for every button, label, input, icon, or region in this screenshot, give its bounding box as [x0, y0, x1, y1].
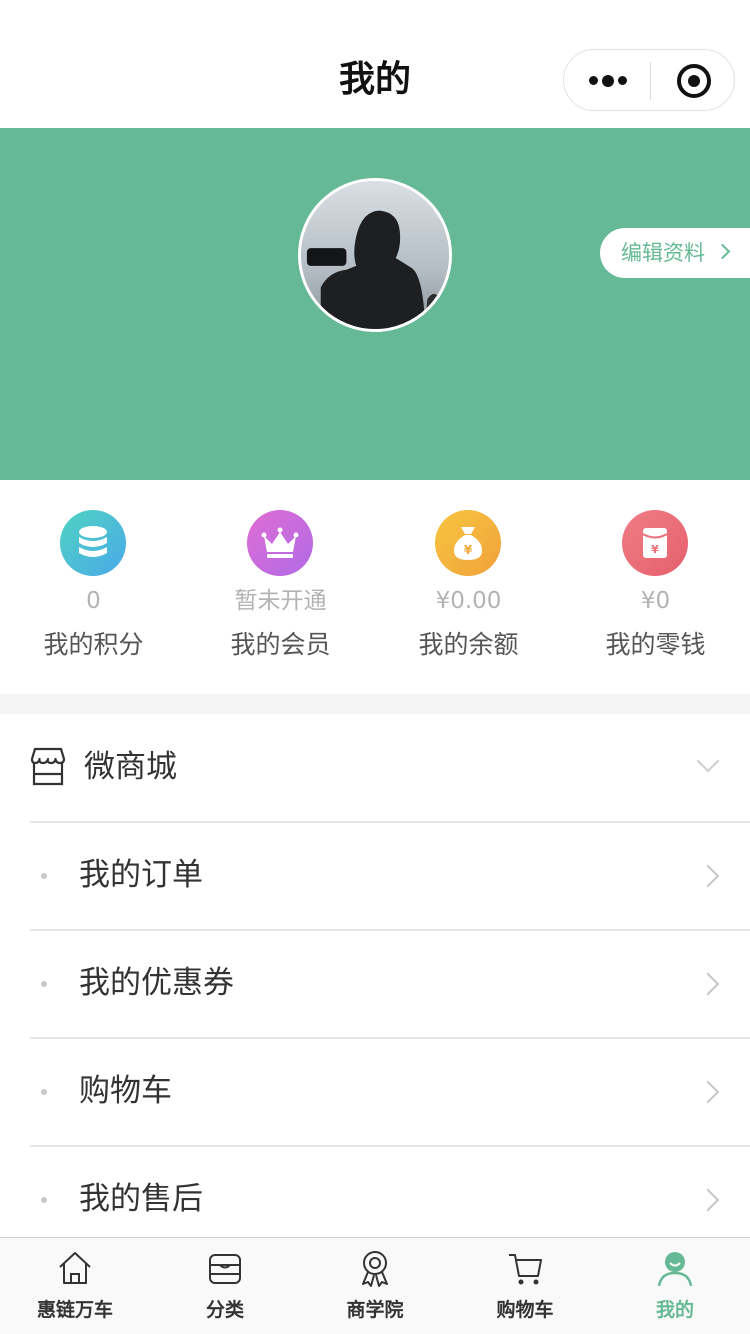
stat-value: 0: [86, 588, 101, 614]
tab-label: 我的: [655, 1299, 694, 1321]
menu-item-label: 我的售后: [79, 1181, 203, 1217]
stat-membership[interactable]: 暂未开通 我的会员: [187, 510, 374, 680]
row-separator: [30, 1037, 750, 1039]
tab-academy[interactable]: 商学院: [300, 1238, 450, 1334]
stat-value: ¥0.00: [435, 588, 502, 614]
row-separator: [30, 929, 750, 931]
mall-section-header[interactable]: 微商城: [0, 714, 750, 821]
tab-cart[interactable]: 购物车: [450, 1238, 600, 1334]
menu-item-coupons[interactable]: 我的优惠券: [0, 929, 750, 1037]
crown-icon: [247, 510, 313, 576]
top-nav-bar: 我的: [0, 0, 750, 128]
chevron-right-icon: [696, 972, 720, 996]
bullet-dot-icon: [41, 1089, 47, 1095]
avatar-photo: [301, 181, 449, 329]
stat-label: 我的积分: [43, 630, 144, 659]
chevron-right-icon: [696, 1188, 720, 1212]
svg-text:¥: ¥: [464, 543, 473, 557]
tab-label: 分类: [205, 1299, 244, 1321]
coins-stack-icon: [60, 510, 126, 576]
tab-label: 惠链万车: [36, 1299, 113, 1321]
avatar[interactable]: [298, 178, 452, 332]
stat-value: 暂未开通: [234, 588, 327, 614]
edit-profile-button[interactable]: 编辑资料: [600, 228, 750, 278]
stat-change[interactable]: ¥ ¥0 我的零钱: [562, 510, 749, 680]
target-circle-icon[interactable]: [677, 64, 711, 98]
tab-label: 购物车: [496, 1299, 554, 1321]
menu-item-label: 购物车: [79, 1073, 172, 1109]
menu-item-cart[interactable]: 购物车: [0, 1037, 750, 1145]
tab-home[interactable]: 惠链万车: [0, 1238, 150, 1334]
svg-text:¥: ¥: [651, 543, 659, 556]
bullet-dot-icon: [41, 1197, 47, 1203]
menu-item-label: 我的优惠券: [79, 965, 234, 1001]
storefront-icon: [30, 747, 66, 787]
stats-row: 0 我的积分 暂未开通 我的会员 ¥ ¥0.00 我的余额 ¥ ¥0 我的零钱: [0, 480, 750, 694]
bottom-tab-bar: 惠链万车 分类 商学院 购物车 我的: [0, 1237, 750, 1334]
chevron-right-icon: [696, 1080, 720, 1104]
row-separator: [30, 1145, 750, 1147]
stat-balance[interactable]: ¥ ¥0.00 我的余额: [375, 510, 562, 680]
stat-points[interactable]: 0 我的积分: [0, 510, 187, 680]
stat-label: 我的会员: [230, 630, 331, 659]
cart-icon: [507, 1249, 543, 1287]
chevron-right-icon: [696, 864, 720, 888]
category-box-icon: [207, 1249, 243, 1287]
mini-program-capsule: [563, 49, 735, 111]
tab-label: 商学院: [346, 1299, 404, 1321]
capsule-divider: [650, 62, 651, 100]
money-bag-icon: ¥: [435, 510, 501, 576]
profile-banner: 编辑资料: [0, 128, 750, 480]
stat-label: 我的零钱: [605, 630, 706, 659]
more-dots-icon[interactable]: [589, 69, 629, 93]
bullet-dot-icon: [41, 981, 47, 987]
menu-item-label: 我的订单: [79, 857, 203, 893]
award-ribbon-icon: [357, 1249, 393, 1287]
edit-profile-label: 编辑资料: [621, 241, 705, 265]
user-icon: [657, 1249, 693, 1287]
chevron-down-icon: [696, 749, 720, 773]
home-icon: [57, 1249, 93, 1287]
mall-section-label: 微商城: [84, 749, 177, 785]
red-envelope-icon: ¥: [622, 510, 688, 576]
stat-label: 我的余额: [418, 630, 519, 659]
chevron-right-icon: [714, 243, 731, 260]
menu-item-orders[interactable]: 我的订单: [0, 821, 750, 929]
bullet-dot-icon: [41, 873, 47, 879]
section-divider: [0, 694, 750, 714]
tab-mine[interactable]: 我的: [600, 1238, 750, 1334]
row-separator: [30, 821, 750, 823]
tab-category[interactable]: 分类: [150, 1238, 300, 1334]
stat-value: ¥0: [640, 588, 671, 614]
